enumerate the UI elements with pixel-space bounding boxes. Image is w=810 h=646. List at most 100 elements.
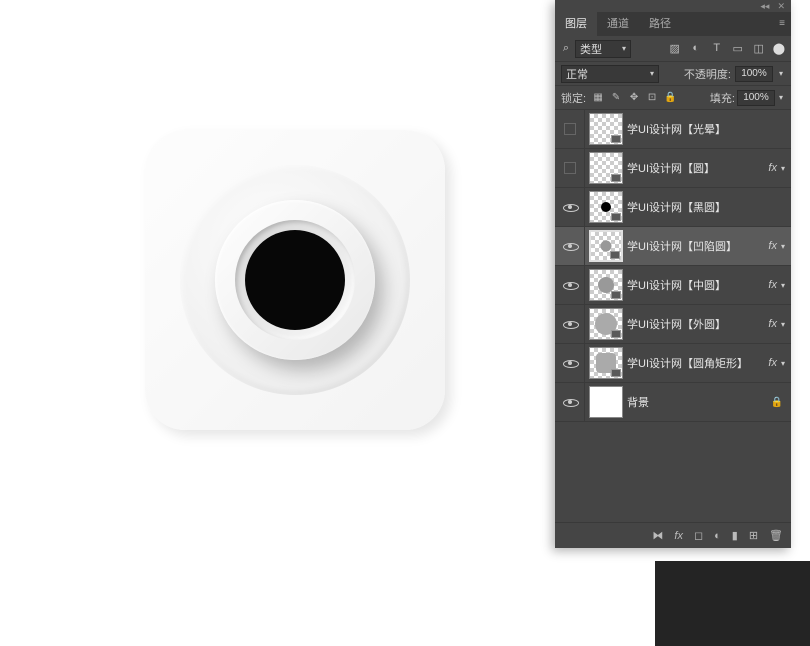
- layer-mask-icon[interactable]: ◻: [694, 529, 703, 542]
- chevron-down-icon[interactable]: ▾: [779, 359, 787, 368]
- blend-row: 正常 ▾ 不透明度: 100% ▾: [555, 62, 791, 86]
- visibility-toggle[interactable]: [555, 110, 585, 148]
- layer-thumbnail[interactable]: [589, 191, 623, 223]
- chevron-down-icon: ▾: [622, 44, 626, 53]
- delete-layer-icon[interactable]: 🗑: [769, 529, 783, 542]
- fx-badge[interactable]: fx: [766, 240, 779, 252]
- fx-badge[interactable]: fx: [766, 318, 779, 330]
- filter-adjust-icon[interactable]: ◐: [690, 42, 702, 55]
- collapse-icon[interactable]: ◂◂: [760, 1, 769, 12]
- layer-list: 学UI设计网【光晕】 学UI设计网【圆】 fx ▾ 学UI设计网【黑圆】 学UI…: [555, 110, 791, 422]
- layer-row[interactable]: 学UI设计网【外圆】 fx ▾: [555, 305, 791, 344]
- layer-name[interactable]: 学UI设计网【圆】: [627, 160, 766, 176]
- layer-name[interactable]: 背景: [627, 394, 767, 410]
- eye-icon: [563, 280, 577, 290]
- filter-image-icon[interactable]: ▨: [669, 42, 681, 55]
- layer-row[interactable]: 学UI设计网【光晕】: [555, 110, 791, 149]
- visibility-toggle[interactable]: [555, 266, 585, 304]
- search-icon[interactable]: ⌕: [561, 42, 571, 55]
- layer-row[interactable]: 学UI设计网【凹陷圆】 fx ▾: [555, 227, 791, 266]
- fx-badge[interactable]: fx: [766, 162, 779, 174]
- layer-thumbnail[interactable]: [589, 386, 623, 418]
- layer-row[interactable]: 背景 🔒: [555, 383, 791, 422]
- filter-smart-icon[interactable]: ◫: [753, 42, 765, 55]
- lock-paint-icon[interactable]: ✎: [610, 92, 622, 103]
- visibility-toggle[interactable]: [555, 383, 585, 421]
- rounded-rect-layer: [145, 130, 445, 430]
- lock-position-icon[interactable]: ✥: [628, 92, 640, 103]
- lock-transparent-icon[interactable]: ▦: [592, 92, 604, 103]
- filter-type-label: 类型: [580, 41, 602, 57]
- eye-icon: [563, 397, 577, 407]
- filter-type-select[interactable]: 类型 ▾: [575, 40, 631, 58]
- fx-badge[interactable]: fx: [766, 357, 779, 369]
- lock-row: 锁定: ▦ ✎ ✥ ⊡ 🔒 填充: 100% ▾: [555, 86, 791, 110]
- link-layers-icon[interactable]: ⧓: [652, 529, 663, 542]
- visibility-toggle[interactable]: [555, 227, 585, 265]
- layer-thumbnail[interactable]: [589, 308, 623, 340]
- eye-icon: [563, 319, 577, 329]
- tab-channels[interactable]: 通道: [597, 12, 639, 36]
- lock-icon: 🔒: [767, 397, 787, 408]
- tab-layers[interactable]: 图层: [555, 12, 597, 36]
- fill-label: 填充:: [710, 90, 735, 106]
- filter-row: ⌕ 类型 ▾ ▨ ◐ T ▭ ◫ ⬤: [555, 36, 791, 62]
- filter-text-icon[interactable]: T: [711, 42, 723, 55]
- layer-thumbnail[interactable]: [589, 347, 623, 379]
- layer-thumbnail[interactable]: [589, 230, 623, 262]
- adjustment-layer-icon[interactable]: ◐: [714, 530, 721, 542]
- tab-paths[interactable]: 路径: [639, 12, 681, 36]
- close-icon[interactable]: ✕: [777, 1, 785, 12]
- new-group-icon[interactable]: ▮: [732, 529, 738, 542]
- opacity-label: 不透明度:: [684, 66, 731, 82]
- layer-name[interactable]: 学UI设计网【光晕】: [627, 121, 787, 137]
- layer-list-empty: [555, 422, 791, 522]
- fx-badge[interactable]: fx: [766, 279, 779, 291]
- layer-row[interactable]: 学UI设计网【中圆】 fx ▾: [555, 266, 791, 305]
- layer-name[interactable]: 学UI设计网【中圆】: [627, 277, 766, 293]
- panel-tabs: 图层 通道 路径 ≡: [555, 12, 791, 36]
- chevron-down-icon: ▾: [650, 69, 654, 78]
- layer-name[interactable]: 学UI设计网【黑圆】: [627, 199, 787, 215]
- chevron-down-icon[interactable]: ▾: [777, 69, 785, 78]
- layer-row[interactable]: 学UI设计网【黑圆】: [555, 188, 791, 227]
- layer-name[interactable]: 学UI设计网【圆角矩形】: [627, 355, 766, 371]
- background-strip: [655, 561, 810, 646]
- layer-row[interactable]: 学UI设计网【圆】 fx ▾: [555, 149, 791, 188]
- panel-footer: ⧓ fx ◻ ◐ ▮ ⊞ 🗑: [555, 522, 791, 548]
- blend-mode-select[interactable]: 正常 ▾: [561, 65, 659, 83]
- eye-icon: [563, 358, 577, 368]
- visibility-toggle[interactable]: [555, 344, 585, 382]
- visibility-toggle[interactable]: [555, 188, 585, 226]
- chevron-down-icon[interactable]: ▾: [779, 242, 787, 251]
- opacity-input[interactable]: 100%: [735, 66, 773, 82]
- lock-all-icon[interactable]: 🔒: [664, 92, 676, 103]
- layers-panel: ◂◂ ✕ 图层 通道 路径 ≡ ⌕ 类型 ▾ ▨ ◐ T ▭ ◫ ⬤ 正常 ▾ …: [555, 0, 791, 548]
- canvas-area: [0, 0, 555, 646]
- lock-label: 锁定:: [561, 90, 586, 106]
- layer-row[interactable]: 学UI设计网【圆角矩形】 fx ▾: [555, 344, 791, 383]
- layer-thumbnail[interactable]: [589, 113, 623, 145]
- panel-topbar: ◂◂ ✕: [555, 0, 791, 12]
- lock-artboard-icon[interactable]: ⊡: [646, 92, 658, 103]
- visibility-toggle[interactable]: [555, 305, 585, 343]
- filter-shape-icon[interactable]: ▭: [732, 42, 744, 55]
- black-circle-layer: [245, 230, 345, 330]
- fill-input[interactable]: 100%: [737, 90, 775, 106]
- eye-icon: [563, 241, 577, 251]
- filter-toggle-icon[interactable]: ⬤: [773, 42, 785, 55]
- layer-thumbnail[interactable]: [589, 152, 623, 184]
- chevron-down-icon[interactable]: ▾: [779, 320, 787, 329]
- layer-name[interactable]: 学UI设计网【外圆】: [627, 316, 766, 332]
- chevron-down-icon[interactable]: ▾: [777, 93, 785, 102]
- layer-fx-icon[interactable]: fx: [674, 530, 683, 542]
- blend-mode-value: 正常: [566, 66, 588, 82]
- chevron-down-icon[interactable]: ▾: [779, 164, 787, 173]
- visibility-toggle[interactable]: [555, 149, 585, 187]
- new-layer-icon[interactable]: ⊞: [749, 529, 758, 542]
- layer-name[interactable]: 学UI设计网【凹陷圆】: [627, 238, 766, 254]
- chevron-down-icon[interactable]: ▾: [779, 281, 787, 290]
- eye-icon: [563, 202, 577, 212]
- layer-thumbnail[interactable]: [589, 269, 623, 301]
- panel-menu-icon[interactable]: ≡: [779, 12, 785, 36]
